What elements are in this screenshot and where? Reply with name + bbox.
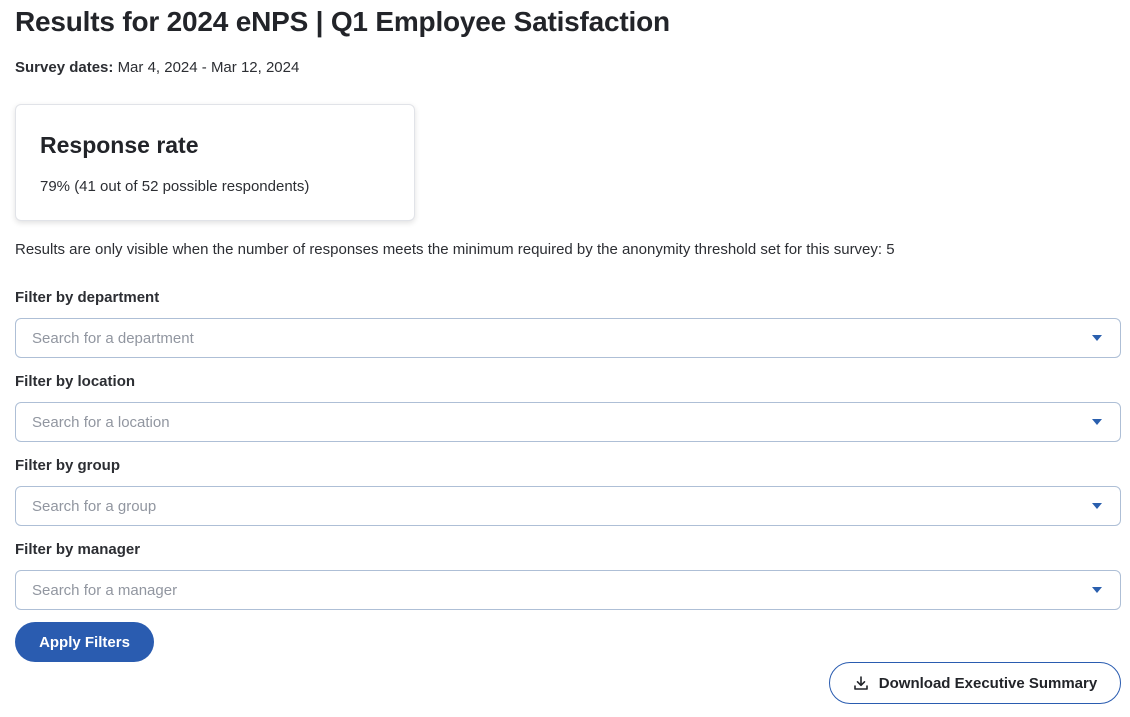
department-select[interactable] bbox=[15, 318, 1121, 358]
filter-department-label: Filter by department bbox=[15, 289, 160, 306]
survey-dates: Survey dates: Mar 4, 2024 - Mar 12, 2024 bbox=[15, 59, 299, 76]
location-select[interactable] bbox=[15, 402, 1121, 442]
chevron-down-icon[interactable] bbox=[1092, 587, 1102, 593]
chevron-down-icon[interactable] bbox=[1092, 419, 1102, 425]
survey-dates-label: Survey dates: bbox=[15, 59, 114, 76]
response-rate-card: Response rate 79% (41 out of 52 possible… bbox=[15, 104, 415, 221]
department-search-input[interactable] bbox=[32, 329, 1092, 347]
response-rate-value: 79% (41 out of 52 possible respondents) bbox=[40, 178, 310, 195]
chevron-down-icon[interactable] bbox=[1092, 503, 1102, 509]
download-icon bbox=[853, 675, 869, 691]
apply-filters-button[interactable]: Apply Filters bbox=[15, 622, 154, 662]
location-search-input[interactable] bbox=[32, 413, 1092, 431]
manager-select[interactable] bbox=[15, 570, 1121, 610]
survey-results-page: Results for 2024 eNPS | Q1 Employee Sati… bbox=[0, 0, 1130, 717]
page-title: Results for 2024 eNPS | Q1 Employee Sati… bbox=[15, 6, 670, 37]
chevron-down-icon[interactable] bbox=[1092, 335, 1102, 341]
group-select[interactable] bbox=[15, 486, 1121, 526]
response-rate-title: Response rate bbox=[40, 132, 199, 158]
anonymity-notice: Results are only visible when the number… bbox=[15, 241, 895, 258]
survey-dates-value: Mar 4, 2024 - Mar 12, 2024 bbox=[117, 59, 300, 76]
manager-search-input[interactable] bbox=[32, 581, 1092, 599]
group-search-input[interactable] bbox=[32, 497, 1092, 515]
filter-group-label: Filter by group bbox=[15, 457, 120, 474]
filter-location-label: Filter by location bbox=[15, 373, 136, 390]
download-button-label: Download Executive Summary bbox=[878, 674, 1098, 692]
filter-manager-label: Filter by manager bbox=[15, 541, 141, 558]
download-executive-summary-button[interactable]: Download Executive Summary bbox=[829, 662, 1121, 704]
